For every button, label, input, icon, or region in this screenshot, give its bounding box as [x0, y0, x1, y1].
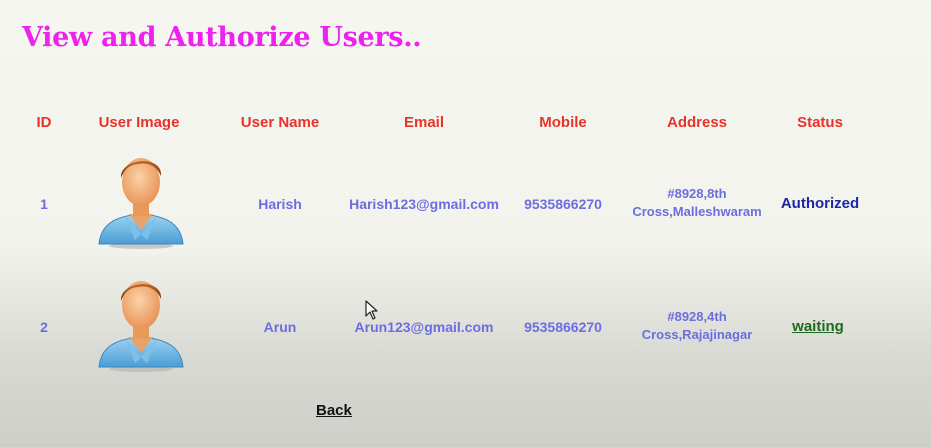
row-user-name: Harish [258, 196, 302, 212]
header-email: Email [403, 114, 445, 131]
header-user-image: User Image [98, 114, 180, 131]
mouse-pointer-icon [365, 300, 378, 320]
row-email: Arun123@gmail.com [354, 319, 494, 335]
row-user-name: Arun [263, 319, 297, 335]
header-status: Status [797, 114, 843, 131]
address-line-1: #8928,4th [667, 309, 727, 324]
row-id: 2 [40, 319, 48, 335]
row-mobile: 9535866270 [524, 319, 602, 335]
user-avatar-icon [98, 281, 184, 372]
row-address: #8928,4th Cross,Rajajinagar [642, 308, 753, 344]
status-badge: Authorized [780, 195, 860, 212]
authorize-users-page: View and Authorize Users.. ID User Image… [0, 0, 931, 447]
header-mobile: Mobile [539, 114, 587, 131]
header-address: Address [666, 114, 728, 131]
row-mobile: 9535866270 [524, 196, 602, 212]
header-user-name: User Name [240, 114, 320, 131]
page-title: View and Authorize Users.. [22, 22, 422, 53]
authorize-link-waiting[interactable]: waiting [792, 318, 844, 336]
row-id: 1 [40, 196, 48, 212]
user-avatar-icon [98, 158, 184, 249]
address-line-2: Cross,Malleshwaram [632, 204, 762, 219]
back-link[interactable]: Back [316, 402, 352, 419]
row-email: Harish123@gmail.com [349, 196, 499, 212]
header-id: ID [36, 114, 52, 131]
address-line-2: Cross,Rajajinagar [641, 327, 753, 342]
row-address: #8928,8th Cross,Malleshwaram [632, 185, 761, 221]
address-line-1: #8928,8th [667, 186, 727, 201]
